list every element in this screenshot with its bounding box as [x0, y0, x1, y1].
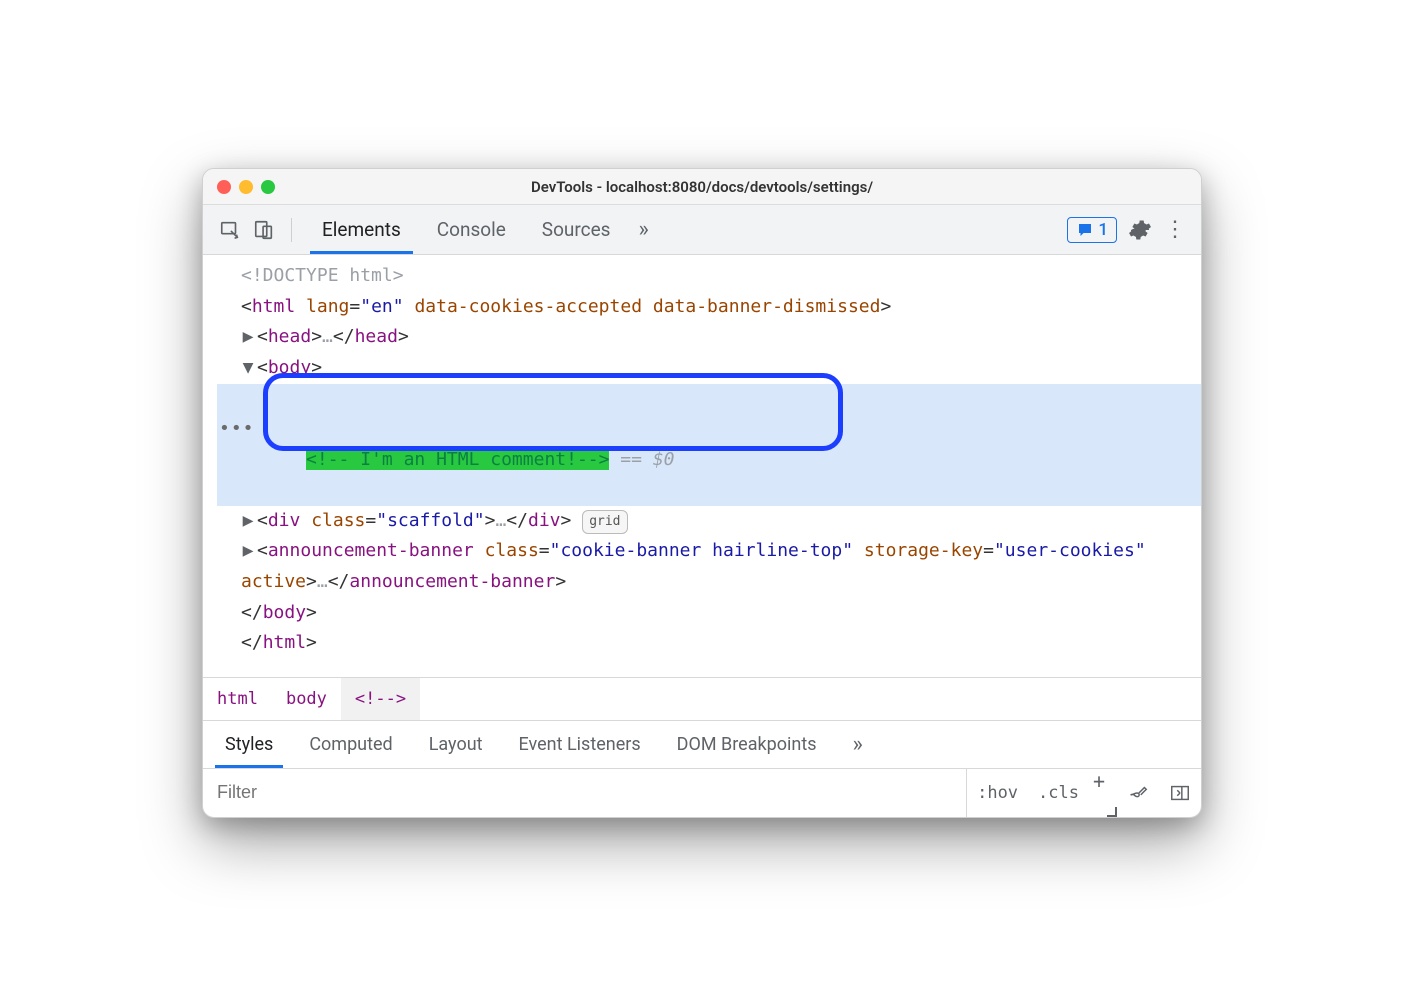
main-toolbar: Elements Console Sources » 1 ⋮	[203, 205, 1201, 255]
maximize-window-button[interactable]	[261, 180, 275, 194]
dom-tree[interactable]: <!DOCTYPE html> <html lang="en" data-coo…	[203, 255, 1201, 677]
crumb-comment[interactable]: <!-->	[341, 678, 420, 720]
body-open[interactable]: ▼<body>	[217, 353, 1201, 384]
breadcrumbs: html body <!-->	[203, 677, 1201, 721]
styles-filter-input[interactable]	[217, 769, 967, 817]
titlebar: DevTools - localhost:8080/docs/devtools/…	[203, 169, 1201, 205]
toggle-hover-button[interactable]: :hov	[967, 769, 1028, 817]
expand-icon[interactable]: ▶	[241, 536, 255, 567]
node-actions-icon[interactable]: •••	[219, 414, 255, 445]
messages-badge[interactable]: 1	[1067, 217, 1117, 243]
panel-tabs: Elements Console Sources »	[304, 205, 1063, 254]
window-title: DevTools - localhost:8080/docs/devtools/…	[203, 178, 1201, 196]
crumb-body[interactable]: body	[272, 678, 341, 720]
grid-badge[interactable]: grid	[582, 510, 627, 534]
subtab-computed[interactable]: Computed	[295, 721, 406, 768]
html-open[interactable]: <html lang="en" data-cookies-accepted da…	[217, 292, 1201, 323]
subtab-dom-breakpoints[interactable]: DOM Breakpoints	[663, 721, 831, 768]
crumb-html[interactable]: html	[203, 678, 272, 720]
tabs-overflow[interactable]: »	[628, 205, 658, 254]
minimize-window-button[interactable]	[239, 180, 253, 194]
tab-elements[interactable]: Elements	[304, 205, 419, 254]
toggle-computed-sidebar-icon[interactable]	[1159, 769, 1201, 817]
doctype[interactable]: <!DOCTYPE html>	[217, 261, 1201, 292]
tab-sources[interactable]: Sources	[524, 205, 629, 254]
announcement-banner[interactable]: ▶<announcement-banner class="cookie-bann…	[217, 536, 1201, 597]
inspect-element-icon[interactable]	[215, 215, 245, 245]
html-close[interactable]: </html>	[217, 628, 1201, 659]
toggle-class-button[interactable]: .cls	[1028, 769, 1089, 817]
subtab-layout[interactable]: Layout	[415, 721, 497, 768]
head-collapsed[interactable]: ▶<head>…</head>	[217, 322, 1201, 353]
traffic-lights	[217, 180, 275, 194]
toolbar-right: 1 ⋮	[1067, 217, 1189, 243]
close-window-button[interactable]	[217, 180, 231, 194]
paint-brush-icon[interactable]	[1117, 769, 1159, 817]
devtools-window: DevTools - localhost:8080/docs/devtools/…	[202, 168, 1202, 818]
body-close[interactable]: </body>	[217, 598, 1201, 629]
styles-toolbar: :hov .cls +	[203, 769, 1201, 817]
tab-console[interactable]: Console	[419, 205, 524, 254]
sidebar-tabs: Styles Computed Layout Event Listeners D…	[203, 721, 1201, 769]
expand-icon[interactable]: ▶	[241, 322, 255, 353]
selected-comment-node[interactable]: ••• <!-- I'm an HTML comment!--> == $0	[217, 384, 1201, 506]
new-style-rule-button[interactable]: +	[1089, 769, 1117, 817]
more-menu-icon[interactable]: ⋮	[1163, 217, 1189, 243]
subtab-styles[interactable]: Styles	[211, 721, 287, 768]
separator	[291, 218, 292, 242]
collapse-icon[interactable]: ▼	[241, 353, 255, 384]
subtab-event-listeners[interactable]: Event Listeners	[505, 721, 655, 768]
div-scaffold[interactable]: ▶<div class="scaffold">…</div> grid	[217, 506, 1201, 537]
device-toggle-icon[interactable]	[249, 215, 279, 245]
expand-icon[interactable]: ▶	[241, 506, 255, 537]
settings-gear-icon[interactable]	[1127, 217, 1153, 243]
subtabs-overflow[interactable]: »	[839, 721, 877, 768]
messages-count: 1	[1098, 220, 1108, 240]
